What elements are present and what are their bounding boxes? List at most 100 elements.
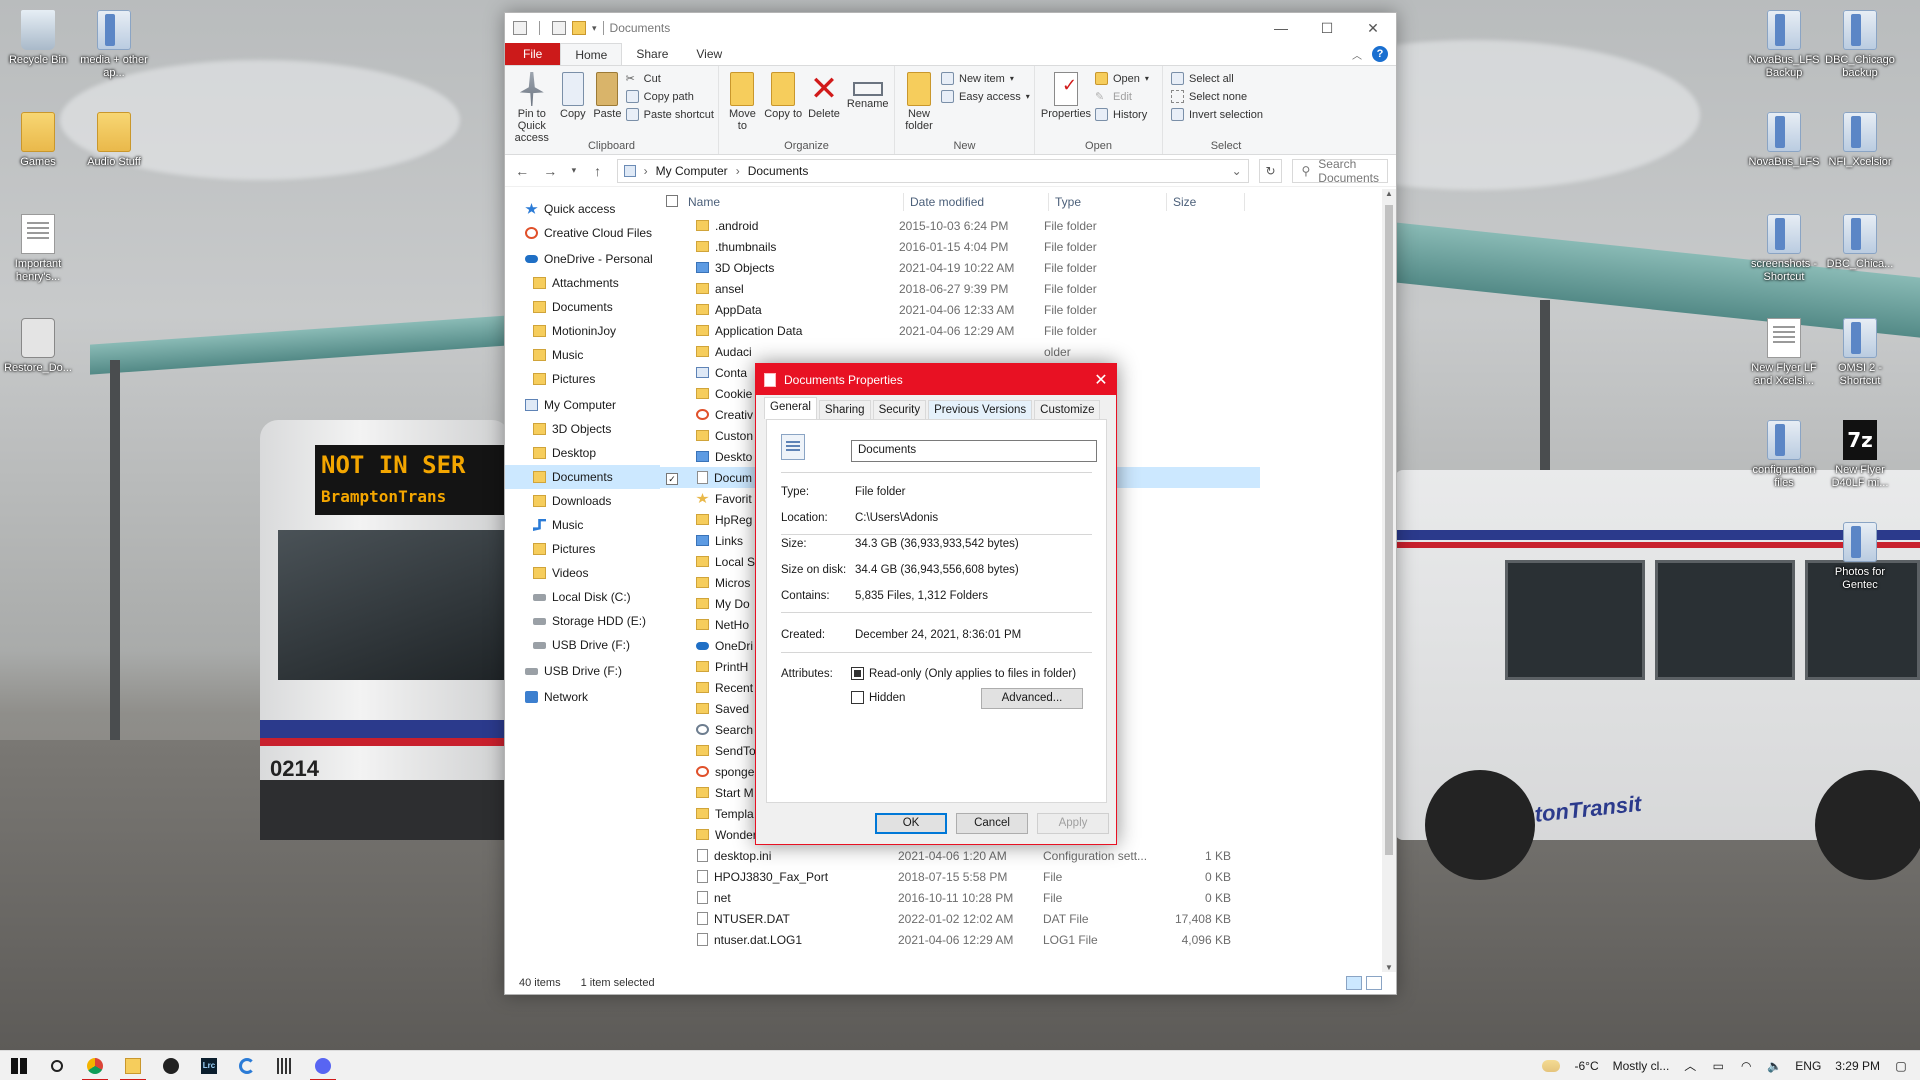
weather-icon[interactable] <box>1542 1059 1561 1072</box>
readonly-checkbox[interactable]: Read-only (Only applies to files in fold… <box>851 667 1076 680</box>
edit-button[interactable]: ✎ Edit <box>1095 90 1149 104</box>
minimize-button[interactable]: — <box>1258 13 1304 43</box>
file-row[interactable]: NTUSER.DAT 2022-01-02 12:02 AM DAT File 17,… <box>660 908 1396 929</box>
tab-security[interactable]: Security <box>872 400 927 419</box>
nav-item[interactable]: Documents <box>505 295 660 319</box>
apply-button[interactable]: Apply <box>1037 813 1109 834</box>
nav-item[interactable]: Local Disk (C:) <box>505 585 660 609</box>
tab-file[interactable]: File <box>505 43 561 65</box>
address-dropdown-icon[interactable]: ⌄ <box>1232 164 1242 178</box>
paste-shortcut-button[interactable]: Paste shortcut <box>625 108 714 121</box>
nav-item[interactable]: My Computer <box>505 393 660 417</box>
file-row[interactable]: .android 2015-10-03 6:24 PM File folder <box>660 215 1396 236</box>
refresh-button[interactable]: ↻ <box>1258 158 1283 183</box>
select-all-checkbox[interactable] <box>660 194 682 210</box>
properties-qat-icon[interactable] <box>513 21 527 35</box>
nav-item[interactable]: USB Drive (F:) <box>505 659 660 683</box>
scroll-down-icon[interactable]: ▼ <box>1382 963 1396 972</box>
taskbar-lightroom[interactable]: Lrc <box>190 1051 228 1080</box>
nav-item[interactable]: 3D Objects <box>505 417 660 441</box>
ok-button[interactable]: OK <box>875 813 947 834</box>
desktop-icon-novabus[interactable]: NovaBus_LFS <box>1746 112 1822 169</box>
nav-item[interactable]: Downloads <box>505 489 660 513</box>
close-button[interactable]: ✕ <box>1350 13 1396 43</box>
desktop-icon-dbc-chicago[interactable]: DBC_Chica... <box>1822 214 1898 271</box>
nav-item[interactable]: MotioninJoy <box>505 319 660 343</box>
tab-share[interactable]: Share <box>622 43 682 65</box>
desktop-icon-recycle-bin[interactable]: Recycle Bin <box>0 10 76 67</box>
help-icon[interactable]: ? <box>1372 46 1388 62</box>
open-button[interactable]: Open ▾ <box>1095 72 1149 85</box>
rename-button[interactable]: Rename <box>845 70 890 138</box>
new-folder-button[interactable]: New folder <box>899 70 939 138</box>
copy-button[interactable]: Copy <box>557 70 590 138</box>
search-box[interactable]: ⚲ Search Documents <box>1292 157 1388 185</box>
start-button[interactable] <box>0 1051 38 1080</box>
nav-item[interactable]: Videos <box>505 561 660 585</box>
desktop-icon-dbc-chicago-backup[interactable]: DBC_Chicago backup <box>1822 10 1898 80</box>
close-icon[interactable]: ✕ <box>1086 370 1116 390</box>
desktop-icon-photos-gentec[interactable]: Photos for Gentec <box>1822 522 1898 592</box>
paste-button[interactable]: Paste <box>591 70 624 138</box>
nav-item[interactable]: Music <box>505 343 660 367</box>
checkmark-qat-icon[interactable] <box>552 21 566 35</box>
breadcrumb-chevron-icon[interactable]: › <box>644 164 648 178</box>
wifi-icon[interactable]: ◠ <box>1739 1059 1753 1073</box>
input-language[interactable]: ENG <box>1795 1059 1821 1073</box>
invert-selection-button[interactable]: Invert selection <box>1171 108 1263 121</box>
tab-sharing[interactable]: Sharing <box>818 400 871 419</box>
desktop-icon-novabus-backup[interactable]: NovaBus_LFS Backup <box>1746 10 1822 80</box>
breadcrumb-documents[interactable]: Documents <box>748 164 809 178</box>
copy-path-button[interactable]: Copy path <box>625 90 714 103</box>
pin-quick-access-button[interactable]: Pin to Quick access <box>509 70 555 144</box>
nav-item[interactable]: Pictures <box>505 537 660 561</box>
breadcrumb-chevron-icon[interactable]: › <box>736 164 740 178</box>
scrollbar-thumb[interactable] <box>1385 205 1393 855</box>
properties-button[interactable]: Properties <box>1039 70 1093 138</box>
search-button[interactable] <box>38 1051 76 1080</box>
column-name[interactable]: Name <box>682 193 904 211</box>
details-view-icon[interactable] <box>1346 976 1362 990</box>
large-icons-view-icon[interactable] <box>1366 976 1382 990</box>
nav-item[interactable]: Music <box>505 513 660 537</box>
tray-chevron-up-icon[interactable]: ︿ <box>1683 1057 1697 1074</box>
file-row[interactable]: ansel 2018-06-27 9:39 PM File folder <box>660 278 1396 299</box>
folder-name-field[interactable]: Documents <box>851 440 1097 462</box>
recent-locations-icon[interactable]: ▾ <box>569 165 578 176</box>
move-to-button[interactable]: Move to <box>723 70 762 138</box>
taskbar-audio-app[interactable] <box>266 1051 304 1080</box>
desktop-icon-new-flyer-lf[interactable]: New Flyer LF and Xcelsi... <box>1746 318 1822 388</box>
tab-previous-versions[interactable]: Previous Versions <box>928 400 1033 419</box>
nav-item[interactable]: Attachments <box>505 271 660 295</box>
hidden-checkbox[interactable]: Hidden <box>851 691 905 704</box>
column-size[interactable]: Size <box>1167 193 1245 211</box>
nav-item[interactable]: Network <box>505 685 660 709</box>
select-all-button[interactable]: Select all <box>1171 72 1263 85</box>
nav-item[interactable]: USB Drive (F:) <box>505 633 660 657</box>
file-row[interactable]: HPOJ3830_Fax_Port 2018-07-15 5:58 PM File 0… <box>660 866 1396 887</box>
desktop-icon-important[interactable]: Important henry's... <box>0 214 76 284</box>
new-folder-qat-icon[interactable] <box>572 21 586 35</box>
breadcrumb-my-computer[interactable]: My Computer <box>656 164 728 178</box>
weather-temperature[interactable]: -6°C <box>1574 1059 1598 1073</box>
speaker-muted-icon[interactable]: 🔈 <box>1767 1059 1782 1073</box>
tab-view[interactable]: View <box>682 43 736 65</box>
file-row[interactable]: Audaci older <box>660 341 1396 362</box>
desktop-icon-screenshots[interactable]: screenshots - Shortcut <box>1746 214 1822 284</box>
desktop-icon-audio-stuff[interactable]: Audio Stuff <box>76 112 152 169</box>
nav-item[interactable]: Desktop <box>505 441 660 465</box>
file-row[interactable]: 3D Objects 2021-04-19 10:22 AM File folder <box>660 257 1396 278</box>
clock[interactable]: 3:29 PM <box>1835 1059 1880 1073</box>
column-date-modified[interactable]: Date modified <box>904 193 1049 211</box>
notifications-icon[interactable]: ▢ <box>1894 1059 1908 1073</box>
new-item-button[interactable]: New item ▾ <box>941 72 1030 85</box>
back-arrow-icon[interactable]: ← <box>513 163 531 179</box>
scroll-up-icon[interactable]: ▲ <box>1382 189 1396 198</box>
select-none-button[interactable]: Select none <box>1171 90 1263 103</box>
nav-item[interactable]: Quick access <box>505 197 660 221</box>
file-row[interactable]: AppData 2021-04-06 12:33 AM File folder <box>660 299 1396 320</box>
file-row[interactable]: Application Data 2021-04-06 12:29 AM File … <box>660 320 1396 341</box>
taskbar-discord[interactable] <box>304 1051 342 1080</box>
desktop-icon-new-flyer-d40lf[interactable]: 7z New Flyer D40LF mi... <box>1822 420 1898 490</box>
nav-item[interactable]: Pictures <box>505 367 660 391</box>
